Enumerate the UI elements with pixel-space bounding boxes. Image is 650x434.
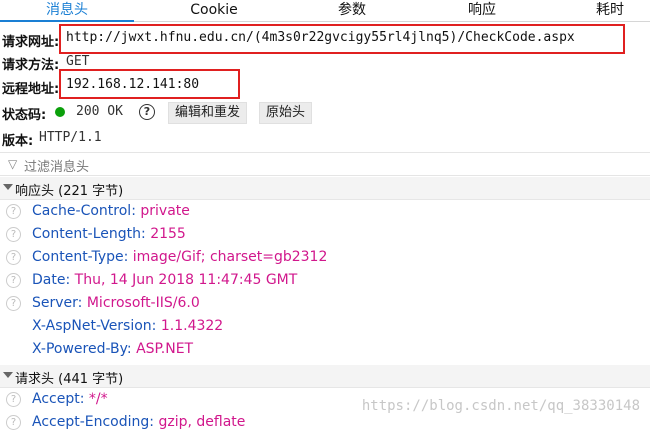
header-row[interactable]: X-Powered-By: ASP.NET bbox=[0, 339, 650, 361]
request-method-label: 请求方法: bbox=[2, 58, 60, 73]
help-icon[interactable]: ? bbox=[6, 227, 21, 242]
filter-headers-bar[interactable]: ▽ 过滤消息头 bbox=[0, 152, 650, 176]
help-icon[interactable]: ? bbox=[6, 415, 21, 430]
watermark: https://blog.csdn.net/qq_38330148 bbox=[361, 398, 640, 414]
header-name: Date: Thu, 14 Jun 2018 11:47:45 GMT bbox=[32, 272, 298, 288]
header-value: */* bbox=[88, 391, 108, 407]
header-value: gzip, deflate bbox=[158, 414, 246, 430]
collapse-triangle-icon bbox=[3, 184, 13, 190]
tab-cookie[interactable]: Cookie bbox=[150, 0, 278, 21]
filter-headers-input[interactable]: 过滤消息头 bbox=[24, 156, 89, 175]
collapse-triangle-icon bbox=[3, 372, 13, 378]
help-icon[interactable]: ? bbox=[6, 204, 21, 219]
help-icon[interactable]: ? bbox=[6, 392, 21, 407]
header-row[interactable]: X-AspNet-Version: 1.1.4322 bbox=[0, 316, 650, 338]
request-url-label: 请求网址: bbox=[2, 35, 60, 50]
header-row[interactable]: ? Cache-Control: private bbox=[0, 201, 650, 223]
header-name: Content-Length: 2155 bbox=[32, 226, 186, 242]
filter-icon: ▽ bbox=[8, 157, 18, 171]
header-value: image/Gif; charset=gb2312 bbox=[132, 249, 328, 265]
header-value: ASP.NET bbox=[136, 341, 194, 357]
tab-timings[interactable]: 耗时 bbox=[560, 0, 650, 21]
response-headers-section[interactable]: 响应头 (221 字节) bbox=[0, 177, 650, 200]
header-name: Cache-Control: private bbox=[32, 203, 190, 219]
header-row[interactable]: ? Content-Type: image/Gif; charset=gb2312 bbox=[0, 247, 650, 269]
status-value: 200 OK bbox=[76, 104, 123, 119]
header-value: Thu, 14 Jun 2018 11:47:45 GMT bbox=[74, 272, 298, 288]
header-name: Content-Type: image/Gif; charset=gb2312 bbox=[32, 249, 328, 265]
tab-headers[interactable]: 消息头 bbox=[0, 0, 134, 22]
version-value: HTTP/1.1 bbox=[39, 130, 102, 145]
help-icon[interactable]: ? bbox=[139, 104, 155, 120]
help-icon[interactable]: ? bbox=[6, 273, 21, 288]
header-name: Accept-Encoding: gzip, deflate bbox=[32, 414, 246, 430]
tab-params[interactable]: 参数 bbox=[290, 0, 414, 21]
help-icon[interactable]: ? bbox=[6, 296, 21, 311]
header-value: private bbox=[140, 203, 190, 219]
header-row[interactable]: ? Accept-Encoding: gzip, deflate bbox=[0, 412, 650, 434]
version-label: 版本: bbox=[2, 134, 34, 149]
help-icon[interactable]: ? bbox=[6, 250, 21, 265]
header-row[interactable]: ? Content-Length: 2155 bbox=[0, 224, 650, 246]
tab-response[interactable]: 响应 bbox=[420, 0, 544, 21]
remote-address-value: 192.168.12.141:80 bbox=[66, 77, 200, 92]
request-headers-title: 请求头 (441 字节) bbox=[15, 372, 124, 387]
header-value: 2155 bbox=[150, 226, 186, 242]
header-name: Server: Microsoft-IIS/6.0 bbox=[32, 295, 200, 311]
status-label: 状态码: bbox=[2, 108, 47, 123]
status-ok-icon bbox=[55, 107, 65, 117]
header-name: X-AspNet-Version: 1.1.4322 bbox=[32, 318, 224, 334]
tab-bar: 消息头 Cookie 参数 响应 耗时 bbox=[0, 0, 650, 22]
remote-address-label: 远程地址: bbox=[2, 82, 60, 97]
edit-resend-button[interactable]: 编辑和重发 bbox=[168, 102, 248, 124]
header-row[interactable]: ? Server: Microsoft-IIS/6.0 bbox=[0, 293, 650, 315]
request-url-value[interactable]: http://jwxt.hfnu.edu.cn/(4m3s0r22gvcigy5… bbox=[66, 30, 575, 45]
header-name: Accept: */* bbox=[32, 391, 108, 407]
header-name: X-Powered-By: ASP.NET bbox=[32, 341, 194, 357]
raw-headers-button[interactable]: 原始头 bbox=[259, 102, 313, 124]
header-row[interactable]: ? Date: Thu, 14 Jun 2018 11:47:45 GMT bbox=[0, 270, 650, 292]
request-method-value: GET bbox=[66, 54, 90, 69]
header-value: 1.1.4322 bbox=[160, 318, 224, 334]
response-headers-title: 响应头 (221 字节) bbox=[15, 184, 124, 199]
header-value: Microsoft-IIS/6.0 bbox=[86, 295, 200, 311]
request-headers-section[interactable]: 请求头 (441 字节) bbox=[0, 365, 650, 388]
